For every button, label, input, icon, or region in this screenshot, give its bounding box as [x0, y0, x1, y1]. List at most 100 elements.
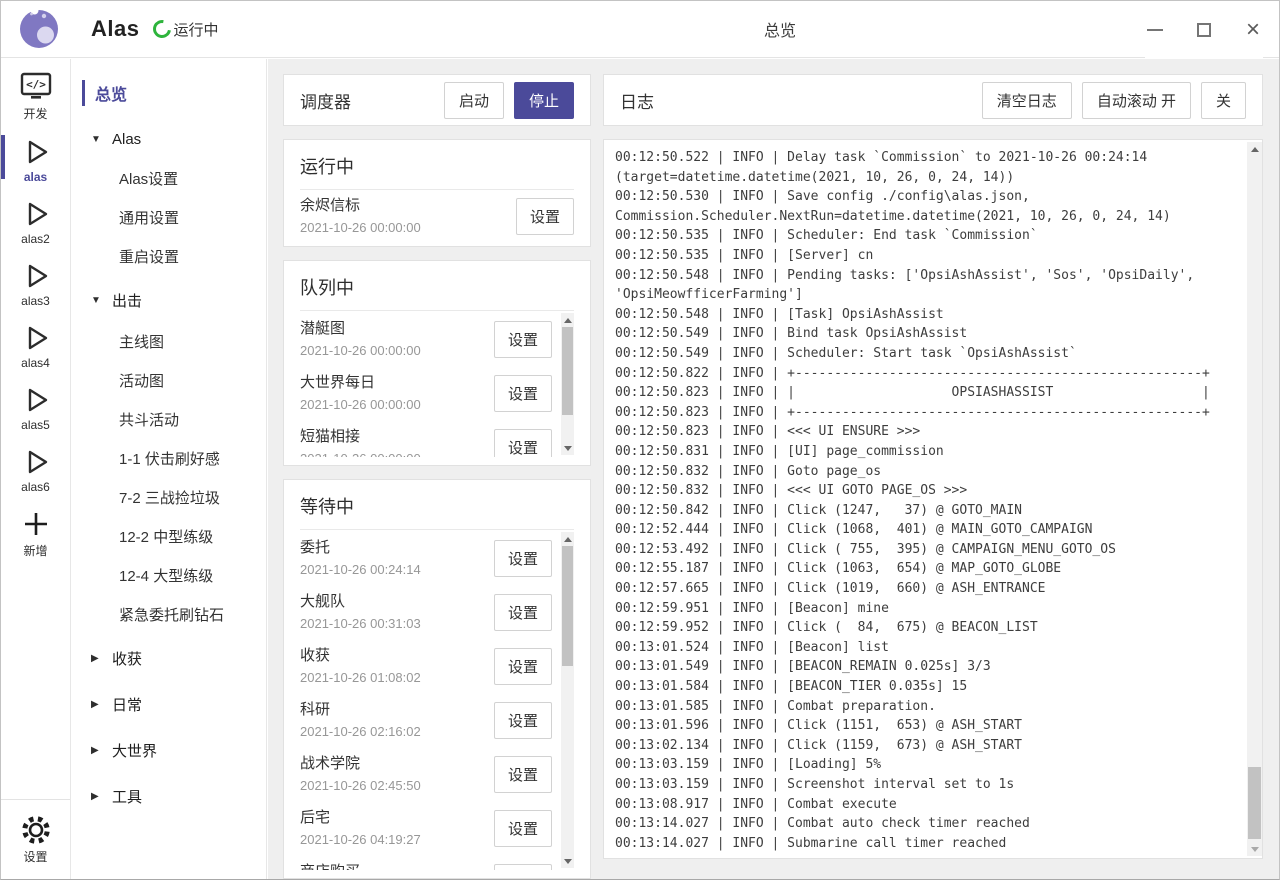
sidebar-item-alas-settings[interactable]: Alas设置: [71, 159, 266, 198]
task-setting-button[interactable]: 设置: [494, 321, 552, 358]
menu-groups: ▼AlasAlas设置通用设置重启设置▼出击主线图活动图共斗活动1-1 伏击刷好…: [71, 120, 266, 818]
scroll-up-icon[interactable]: [561, 314, 574, 326]
task-name: 大舰队: [300, 591, 421, 612]
gear-icon: [19, 814, 53, 846]
task-setting-button[interactable]: 设置: [494, 375, 552, 412]
task-row: 收获 2021-10-26 01:08:02 设置: [300, 638, 552, 692]
sidebar-item-event-campaign[interactable]: 活动图: [71, 361, 266, 400]
log-scrollbar[interactable]: [1247, 142, 1262, 856]
sidebar-item-general-settings[interactable]: 通用设置: [71, 198, 266, 237]
scheduler-stop-button[interactable]: 停止: [514, 82, 574, 119]
log-line: 00:12:50.832 | INFO | <<< UI GOTO PAGE_O…: [615, 481, 1238, 501]
scheduler-panel-header: 调度器 启动 停止: [283, 74, 591, 126]
task-name: 大世界每日: [300, 372, 421, 393]
close-button[interactable]: ×: [1243, 20, 1263, 40]
task-name: 商店购买: [300, 861, 421, 870]
scheduler-title: 调度器: [300, 88, 351, 113]
task-setting-button[interactable]: 设置: [494, 756, 552, 793]
task-setting-button[interactable]: 设置: [494, 594, 552, 631]
rail-item-label: alas5: [21, 418, 50, 432]
page-title: 总览: [281, 17, 1279, 41]
log-line: 00:12:57.665 | INFO | Click (1019, 660) …: [615, 579, 1238, 599]
task-info: 大舰队 2021-10-26 00:31:03: [300, 591, 421, 633]
sidebar-group-daily[interactable]: ▶日常: [71, 683, 266, 726]
sidebar-item-1-1-affinity-farming[interactable]: 1-1 伏击刷好感: [71, 439, 266, 478]
log-line: 00:13:01.524 | INFO | [Beacon] list: [615, 638, 1238, 658]
task-time: 2021-10-26 00:00:00: [300, 395, 421, 414]
expand-arrow-icon: ▶: [91, 791, 103, 802]
task-setting-button[interactable]: 设置: [494, 648, 552, 685]
log-line: 00:12:50.530 | INFO | Save config ./conf…: [615, 187, 1238, 207]
sidebar-item-12-4-large-leveling[interactable]: 12-4 大型练级: [71, 556, 266, 595]
scroll-up-icon[interactable]: [1247, 143, 1262, 155]
log-line: 00:13:01.584 | INFO | [BEACON_TIER 0.035…: [615, 677, 1238, 697]
log-line: 00:12:50.842 | INFO | Click (1247, 37) @…: [615, 501, 1238, 521]
task-info: 科研 2021-10-26 02:16:02: [300, 699, 421, 741]
scroll-down-icon[interactable]: [561, 442, 574, 454]
scrollbar[interactable]: [561, 313, 574, 455]
play-icon: [20, 198, 52, 230]
task-setting-button[interactable]: 设置: [494, 810, 552, 847]
clear-log-button[interactable]: 清空日志: [982, 82, 1072, 119]
sidebar-item-main-campaign[interactable]: 主线图: [71, 322, 266, 361]
rail-item-alas2[interactable]: alas2: [1, 190, 70, 252]
scrollbar-thumb[interactable]: [562, 327, 573, 415]
log-actions: 清空日志 自动滚动 开 关: [982, 82, 1246, 119]
running-spinner-icon: [150, 16, 175, 41]
task-name: 余烬信标: [300, 195, 421, 216]
rail-item-alas6[interactable]: alas6: [1, 438, 70, 500]
rail-item-settings[interactable]: 设置: [1, 806, 70, 871]
scheduler-start-button[interactable]: 启动: [444, 82, 504, 119]
task-setting-button[interactable]: 设置: [494, 540, 552, 577]
expand-arrow-icon: ▶: [91, 745, 103, 756]
task-time: 2021-10-26 02:45:50: [300, 776, 421, 795]
task-setting-button[interactable]: 设置: [494, 702, 552, 739]
scheduler-status-text: 运行中: [173, 19, 218, 40]
task-info: 余烬信标 2021-10-26 00:00:00: [300, 195, 421, 237]
scroll-up-icon[interactable]: [561, 533, 574, 545]
task-setting-button[interactable]: 设置: [494, 864, 552, 871]
sidebar-group-tool[interactable]: ▶工具: [71, 775, 266, 818]
sidebar-group-reward[interactable]: ▶收获: [71, 637, 266, 680]
rail-item-alas4[interactable]: alas4: [1, 314, 70, 376]
log-line: 'OpsiMeowfficerFarming']: [615, 285, 1238, 305]
scroll-down-icon[interactable]: [1247, 843, 1262, 855]
task-name: 科研: [300, 699, 421, 720]
rail-item-dev[interactable]: </>开发: [1, 63, 70, 128]
rail-item-add[interactable]: 新增: [1, 500, 70, 565]
task-time: 2021-10-26 00:24:14: [300, 560, 421, 579]
log-column: 日志 清空日志 自动滚动 开 关 00:12:50.522 | INFO | D…: [603, 74, 1263, 879]
task-info: 大世界每日 2021-10-26 00:00:00: [300, 372, 421, 414]
scrollbar-thumb[interactable]: [562, 546, 573, 666]
sidebar-item-7-2-scrap-farming[interactable]: 7-2 三战捡垃圾: [71, 478, 266, 517]
sidebar-item-urgent-commission-diamond[interactable]: 紧急委托刷钻石: [71, 595, 266, 634]
rail-item-alas5[interactable]: alas5: [1, 376, 70, 438]
task-setting-button[interactable]: 设置: [516, 198, 574, 235]
scrollbar[interactable]: [561, 532, 574, 868]
sidebar-group-os[interactable]: ▶大世界: [71, 729, 266, 772]
scrollbar-thumb[interactable]: [1248, 767, 1261, 839]
rail-item-alas[interactable]: alas: [1, 128, 70, 190]
scroll-down-icon[interactable]: [561, 855, 574, 867]
sidebar-group-sortie[interactable]: ▼出击: [71, 279, 266, 322]
task-info: 委托 2021-10-26 00:24:14: [300, 537, 421, 579]
sidebar-group-alas[interactable]: ▼Alas: [71, 120, 266, 159]
sidebar-item-overview[interactable]: 总览: [71, 74, 266, 112]
rail-item-label: alas4: [21, 356, 50, 370]
task-info: 商店购买 2021-10-26 04:19:27: [300, 861, 421, 870]
minimize-button[interactable]: [1145, 20, 1165, 40]
instance-rail: </>开发alasalas2alas3 alas4 alas5 alas6新增 设置: [1, 59, 71, 879]
sidebar-item-12-2-medium-leveling[interactable]: 12-2 中型练级: [71, 517, 266, 556]
rail-item-alas3[interactable]: alas3: [1, 252, 70, 314]
sidebar-item-coalition[interactable]: 共斗活动: [71, 400, 266, 439]
waiting-scroll-area: 委托 2021-10-26 00:24:14 设置 大舰队 2021-: [300, 530, 574, 870]
sidebar-item-restart-settings[interactable]: 重启设置: [71, 237, 266, 276]
app-window: Alas 运行中 总览 × </>开发alasalas2alas3alas4al…: [0, 0, 1280, 880]
task-time: 2021-10-26 02:16:02: [300, 722, 421, 741]
autoscroll-on-button[interactable]: 自动滚动 开: [1082, 82, 1191, 119]
task-info: 收获 2021-10-26 01:08:02: [300, 645, 421, 687]
maximize-button[interactable]: [1194, 20, 1214, 40]
autoscroll-off-button[interactable]: 关: [1201, 82, 1246, 119]
log-line: 00:12:50.823 | INFO | | OPSIASHASSIST |: [615, 383, 1238, 403]
task-setting-button[interactable]: 设置: [494, 429, 552, 458]
